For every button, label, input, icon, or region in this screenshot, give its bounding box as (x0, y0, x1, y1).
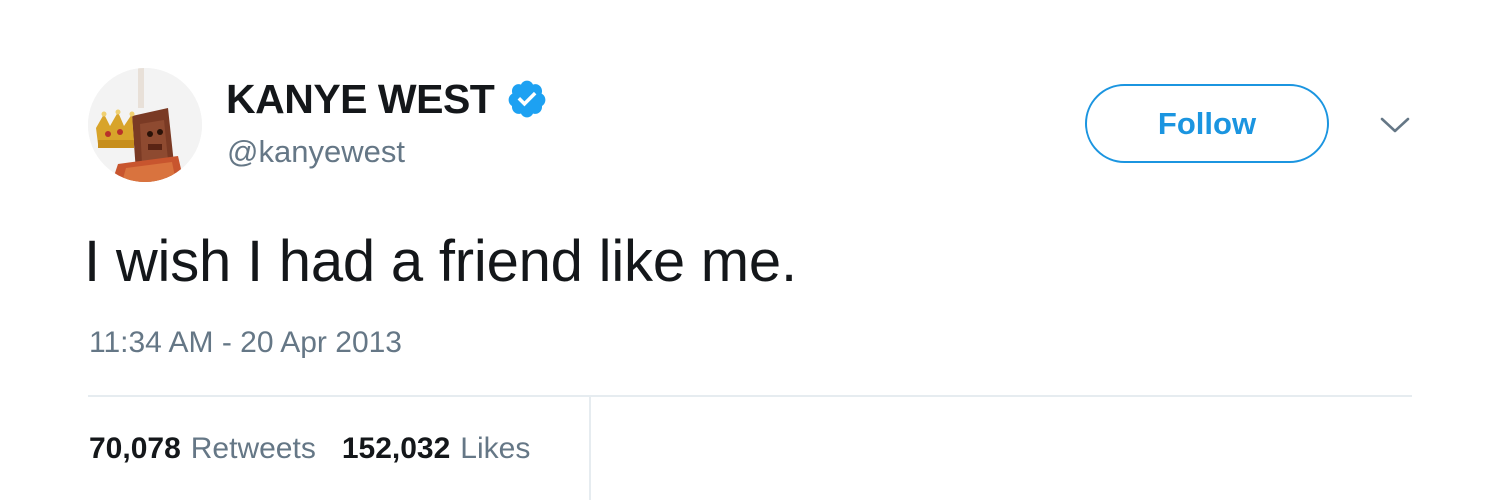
crowned-bear-avatar-icon (88, 68, 202, 182)
stats-divider-horizontal (88, 395, 1412, 397)
tweet-stats: 70,078 Retweets 152,032 Likes (89, 434, 556, 464)
likes-stat[interactable]: 152,032 Likes (342, 434, 531, 464)
author-name-row: KANYE WEST (226, 74, 548, 124)
retweets-label: Retweets (190, 432, 316, 465)
tweet-timestamp[interactable]: 11:34 AM - 20 Apr 2013 (89, 328, 402, 358)
author-display-name[interactable]: KANYE WEST (226, 78, 495, 120)
avatar[interactable] (88, 68, 202, 182)
author-handle[interactable]: @kanyewest (227, 136, 405, 167)
retweets-count: 70,078 (89, 432, 181, 465)
retweets-stat[interactable]: 70,078 Retweets (89, 434, 316, 464)
likes-label: Likes (460, 432, 531, 465)
chevron-down-icon (1380, 117, 1410, 133)
tweet-menu-button[interactable] (1378, 114, 1412, 136)
stats-divider-vertical (589, 397, 591, 500)
verified-badge-icon (508, 80, 546, 118)
tweet-card: KANYE WEST @kanyewest Follow I wish I ha… (0, 0, 1500, 500)
follow-button[interactable]: Follow (1085, 84, 1329, 163)
tweet-text: I wish I had a friend like me. (84, 229, 797, 294)
likes-count: 152,032 (341, 432, 451, 465)
